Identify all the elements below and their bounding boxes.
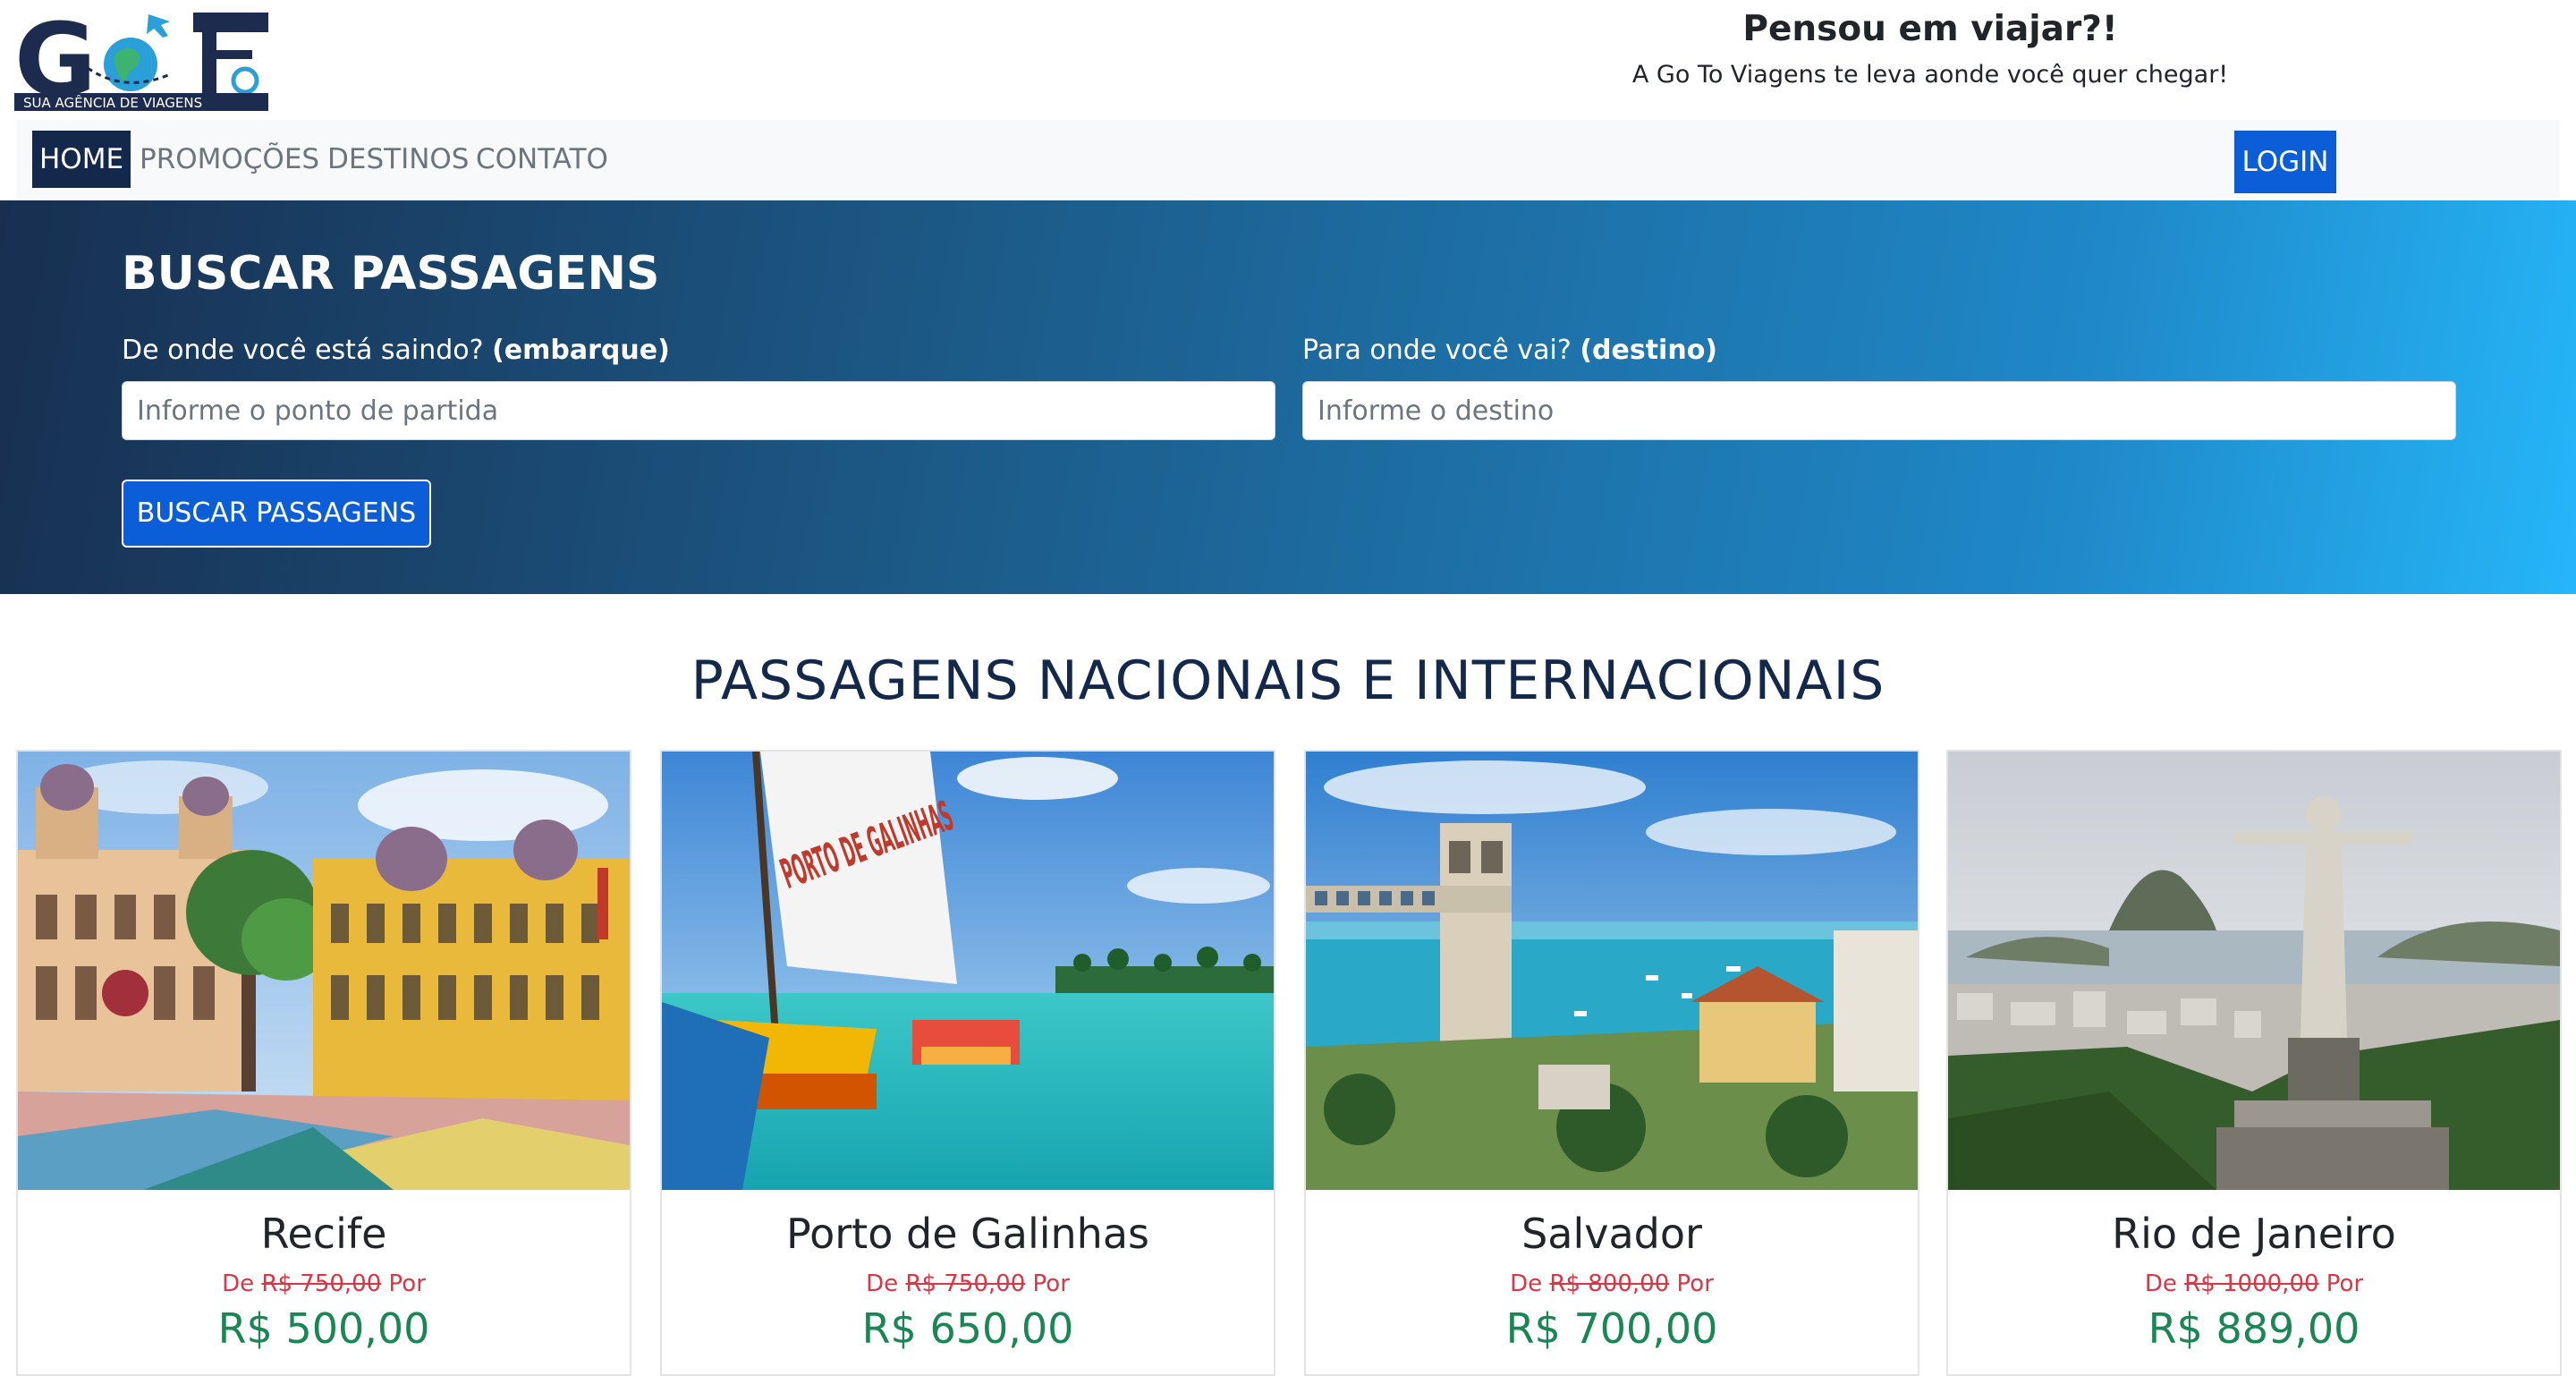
nav-destinos[interactable]: DESTINOS (320, 131, 476, 188)
salvador-image (1306, 752, 1918, 1190)
destination-card-rio-de-janeiro[interactable]: Rio de Janeiro De R$ 1000,00 Por R$ 889,… (1946, 750, 2562, 1376)
destination-input[interactable] (1302, 381, 2456, 440)
origin-input[interactable] (122, 381, 1275, 440)
card-new-price: R$ 700,00 (1505, 1304, 1718, 1353)
card-old-price: De R$ 1000,00 Por (2144, 1270, 2364, 1297)
destination-card-salvador[interactable]: Salvador De R$ 800,00 Por R$ 700,00 (1304, 750, 1919, 1376)
card-title: Recife (260, 1210, 387, 1258)
search-button[interactable]: BUSCAR PASSAGENS (122, 480, 431, 548)
search-banner: BUSCAR PASSAGENS De onde você está saind… (0, 200, 2576, 594)
card-new-price: R$ 889,00 (2148, 1304, 2360, 1353)
porto-de-galinhas-image: PORTO DE GALINHAS (662, 752, 1274, 1190)
destination-card-porto-de-galinhas[interactable]: PORTO DE GALINHAS Porto de Galinhas De R… (660, 750, 1275, 1376)
main-navbar: HOME PROMOÇÕES DESTINOS CONTATO LOGIN (16, 120, 2560, 199)
card-old-price: De R$ 750,00 Por (222, 1270, 426, 1297)
nav-promocoes[interactable]: PROMOÇÕES (132, 131, 326, 188)
destination-label: Para onde você vai? (destino) (1302, 335, 1718, 366)
recife-image (18, 752, 630, 1190)
search-title: BUSCAR PASSAGENS (122, 247, 660, 301)
brand-logo[interactable]: G SUA AGÊNCIA DE VIAGENS (14, 3, 274, 119)
card-title: Porto de Galinhas (786, 1210, 1149, 1258)
logo-subtitle: SUA AGÊNCIA DE VIAGENS (23, 94, 202, 111)
card-old-price: De R$ 750,00 Por (866, 1270, 1070, 1297)
nav-home[interactable]: HOME (32, 131, 131, 188)
card-new-price: R$ 500,00 (217, 1304, 430, 1353)
section-title: PASSAGENS NACIONAIS E INTERNACIONAIS (691, 650, 1885, 712)
card-title: Rio de Janeiro (2112, 1210, 2396, 1258)
card-title: Salvador (1521, 1210, 1702, 1258)
origin-label: De onde você está saindo? (embarque) (122, 335, 670, 366)
header-title: Pensou em viajar?! (1742, 9, 2118, 49)
card-new-price: R$ 650,00 (861, 1304, 1074, 1353)
destination-card-recife[interactable]: Recife De R$ 750,00 Por R$ 500,00 (16, 750, 631, 1376)
nav-contato[interactable]: CONTATO (469, 131, 615, 188)
login-button[interactable]: LOGIN (2234, 131, 2336, 193)
header-subtitle: A Go To Viagens te leva aonde você quer … (1631, 61, 2229, 89)
rio-de-janeiro-image (1948, 752, 2560, 1190)
card-old-price: De R$ 800,00 Por (1510, 1270, 1714, 1297)
